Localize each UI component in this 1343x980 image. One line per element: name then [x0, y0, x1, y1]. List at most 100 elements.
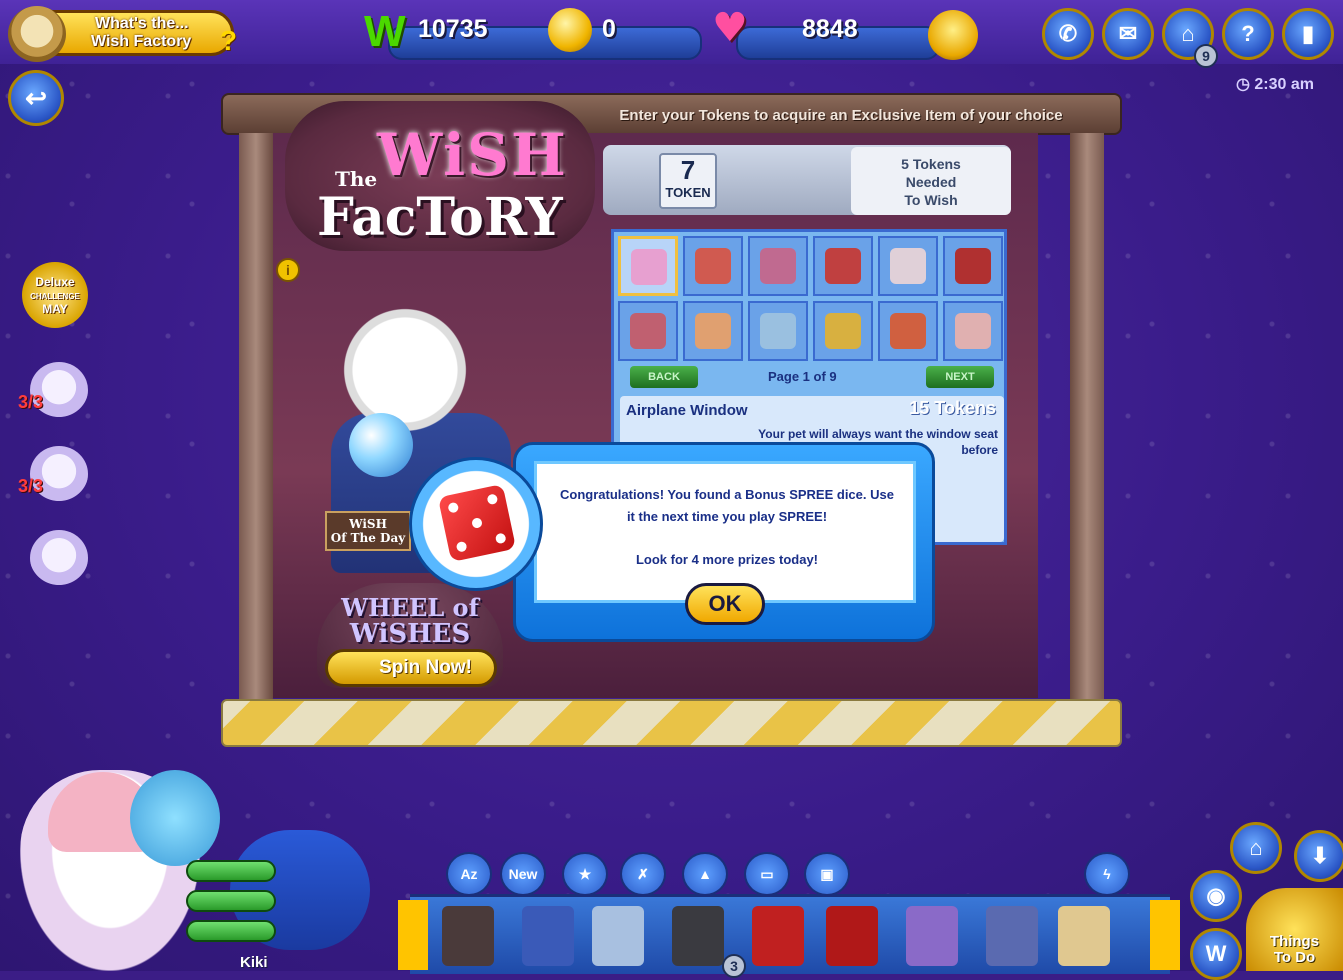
whats-line1: What's the... [95, 15, 189, 32]
wish-item[interactable] [878, 236, 938, 296]
clock-icon: ◷ [1236, 76, 1255, 93]
back-arrow-button[interactable]: ↩ [8, 70, 64, 126]
gems-display[interactable]: 0 [548, 8, 708, 52]
happiness-display[interactable]: ♥ 8848 [712, 8, 940, 60]
mailbox-icon[interactable]: ✉ [1102, 8, 1154, 60]
help-settings-icon[interactable]: ? [1222, 8, 1274, 60]
controller-icon[interactable]: ◉ [1190, 870, 1242, 922]
dice-dot [486, 493, 499, 506]
tab-new[interactable]: New [500, 852, 546, 896]
gems-amount: 0 [602, 15, 616, 43]
challenge-item[interactable] [20, 530, 90, 590]
wish-item[interactable] [618, 301, 678, 361]
wotd-line1: WiSH [349, 517, 387, 531]
dice-dot [494, 532, 507, 545]
panda-wizard [335, 293, 475, 433]
wish-item[interactable] [683, 236, 743, 296]
spin-now-button[interactable]: Spin Now! [325, 649, 497, 687]
dice-dot [455, 540, 468, 553]
wish-factory-caption: Enter your Tokens to acquire an Exclusiv… [619, 107, 1063, 124]
tab-furniture-icon[interactable]: ▭ [744, 852, 790, 896]
challenge-item[interactable]: 3/3 [18, 362, 90, 422]
happiness-amount: 8848 [802, 15, 858, 43]
ok-button[interactable]: OK [685, 583, 765, 625]
wish-item[interactable] [813, 301, 873, 361]
item-desc-line2: before [961, 443, 998, 457]
inventory-item-outfit[interactable] [522, 906, 574, 966]
item-cost: 15 Tokens [909, 398, 996, 418]
home-badge: 9 [1194, 44, 1218, 68]
deluxe-challenge-badge[interactable]: Deluxe CHALLENGE MAY [22, 262, 88, 328]
tab-clothing-icon[interactable]: ▲ [682, 852, 728, 896]
wotd-line2: Of The Day [330, 531, 406, 545]
trophy-icon[interactable] [928, 10, 978, 60]
tab-special-icon[interactable]: ϟ [1084, 852, 1130, 896]
info-button[interactable]: i [276, 258, 300, 282]
question-mark-icon: ? [219, 25, 237, 56]
wish-item[interactable] [943, 301, 1003, 361]
whats-line2: Wish Factory [91, 33, 192, 50]
next-page-button[interactable]: NEXT [926, 366, 994, 388]
game-clock: ◷ 2:30 am [1236, 74, 1314, 94]
logo-wish: WiSH [377, 121, 568, 189]
wish-factory-window: Enter your Tokens to acquire an Exclusiv… [221, 93, 1122, 747]
back-page-button[interactable]: BACK [630, 366, 698, 388]
w-shop-icon[interactable]: W [1190, 928, 1242, 980]
hunger-meter [186, 890, 276, 912]
down-arrow-icon[interactable]: ⬇ [1294, 830, 1343, 882]
wish-of-the-day-button[interactable]: WiSH Of The Day [325, 511, 411, 551]
wish-item[interactable] [943, 236, 1003, 296]
rainbow-heart-icon: ♥ [712, 5, 748, 51]
inventory-item-shirt[interactable] [1058, 906, 1110, 966]
wish-item[interactable] [748, 236, 808, 296]
wish-item[interactable] [683, 301, 743, 361]
tokens-needed-box: 5 Tokens Needed To Wish [851, 147, 1011, 215]
gem-coin-icon [548, 8, 592, 52]
inventory-item-rug[interactable] [826, 906, 878, 966]
sleep-meter [186, 920, 276, 942]
inventory-item-figure[interactable] [672, 906, 724, 966]
tab-alphabetical[interactable]: Az [446, 852, 492, 896]
tab-food-icon[interactable]: ✗ [620, 852, 666, 896]
inventory-item-robe[interactable] [906, 906, 958, 966]
dice-dot [447, 501, 460, 514]
inventory-item-shorts[interactable] [986, 906, 1038, 966]
room-icon[interactable]: ⌂ [1230, 822, 1282, 874]
inventory-item-chair[interactable] [752, 906, 804, 966]
wish-item[interactable] [813, 236, 873, 296]
wish-item[interactable] [878, 301, 938, 361]
dialog-message: Congratulations! You found a Bonus SPREE… [560, 487, 894, 524]
bottom-beam [221, 699, 1122, 747]
pet-dragon[interactable] [130, 770, 220, 866]
bonus-prize-dialog: Congratulations! You found a Bonus SPREE… [513, 442, 935, 642]
wish-item-airplane-window[interactable] [618, 236, 678, 296]
health-meter [186, 860, 276, 882]
tab-favorites-star-icon[interactable]: ★ [562, 852, 608, 896]
inventory-badge: 3 [722, 954, 746, 978]
dice-icon [437, 483, 517, 563]
spin-now-label: Spin Now! [379, 657, 472, 678]
pager: BACK Page 1 of 9 NEXT [618, 366, 1004, 390]
pet-name: Kiki [240, 954, 268, 971]
inventory-prev-arrow[interactable] [398, 900, 428, 970]
things-to-do-button[interactable]: Things To Do [1246, 888, 1343, 971]
challenge-count: 3/3 [18, 392, 44, 412]
exit-door-icon[interactable]: ▮ [1282, 8, 1334, 60]
tab-wallpaper-icon[interactable]: ▣ [804, 852, 850, 896]
clock-time: 2:30 am [1254, 76, 1314, 93]
wish-item[interactable] [748, 301, 808, 361]
tokens-needed-line3: To Wish [904, 192, 958, 208]
inventory-next-arrow[interactable] [1150, 900, 1180, 970]
inventory-item-boots[interactable] [442, 906, 494, 966]
item-name: Airplane Window [626, 402, 748, 419]
deluxe-line2: CHALLENGE [30, 292, 80, 301]
challenge-item[interactable]: 3/3 [18, 446, 90, 506]
right-post [1070, 133, 1104, 739]
inventory-item-ring[interactable] [592, 906, 644, 966]
left-post [239, 133, 273, 739]
page-indicator: Page 1 of 9 [768, 369, 837, 384]
challenge-count: 3/3 [18, 476, 44, 496]
player-avatar[interactable] [8, 6, 66, 62]
tiger-challenge-icon [30, 530, 88, 586]
phone-icon[interactable]: ✆ [1042, 8, 1094, 60]
